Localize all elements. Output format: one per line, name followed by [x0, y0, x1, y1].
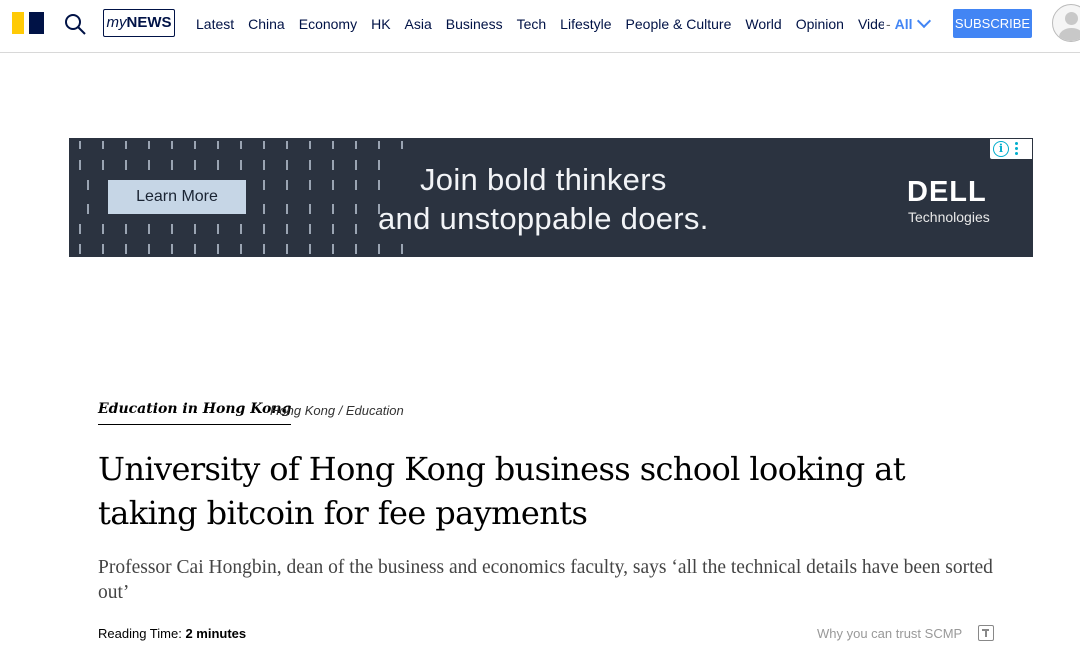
- ad-headline-line2: and unstoppable doers.: [378, 201, 709, 236]
- topic-tag[interactable]: Education in Hong Kong: [98, 401, 292, 425]
- nav-china[interactable]: China: [248, 15, 285, 35]
- nav-people-culture[interactable]: People & Culture: [626, 15, 732, 35]
- nav-asia[interactable]: Asia: [405, 15, 432, 35]
- scmp-logo[interactable]: [12, 12, 44, 34]
- nav-video[interactable]: Vide: [858, 15, 884, 35]
- nav-world[interactable]: World: [745, 15, 781, 35]
- dell-ad-banner[interactable]: Learn More Join bold thinkers and unstop…: [69, 138, 1033, 257]
- dell-logo-word: DELL: [907, 176, 987, 208]
- all-dash: -: [886, 16, 891, 32]
- ad-learn-more-button[interactable]: Learn More: [108, 180, 246, 214]
- section-breadcrumb[interactable]: Hong Kong / Education: [270, 403, 404, 418]
- nav-economy[interactable]: Economy: [299, 15, 357, 35]
- ad-headline-line1: Join bold thinkers: [420, 162, 667, 197]
- avatar-body: [1059, 28, 1080, 41]
- nav-business[interactable]: Business: [446, 15, 503, 35]
- nav-opinion[interactable]: Opinion: [796, 15, 844, 35]
- nav-lifestyle[interactable]: Lifestyle: [560, 15, 611, 35]
- all-sections-menu[interactable]: - All: [886, 13, 931, 33]
- all-label: All: [894, 16, 913, 32]
- subscribe-button[interactable]: SUBSCRIBE: [953, 9, 1032, 38]
- mynews-suffix: NEWS: [126, 14, 172, 31]
- nav-tech[interactable]: Tech: [517, 15, 547, 35]
- ad-choices[interactable]: i: [990, 139, 1032, 159]
- reading-time-label: Reading Time:: [98, 626, 182, 641]
- reading-time-value: 2 minutes: [185, 626, 247, 641]
- main-nav: Latest China Economy HK Asia Business Te…: [196, 15, 890, 35]
- nav-hk[interactable]: HK: [371, 15, 390, 35]
- user-avatar-icon[interactable]: [1052, 4, 1080, 42]
- reading-time: Reading Time: 2 minutes: [98, 626, 246, 641]
- mynews-button[interactable]: myNEWS: [103, 9, 175, 37]
- site-header: myNEWS Latest China Economy HK Asia Busi…: [0, 0, 1080, 53]
- avatar-head: [1065, 12, 1078, 25]
- info-icon[interactable]: i: [993, 141, 1009, 157]
- trust-link[interactable]: Why you can trust SCMP: [817, 626, 962, 641]
- dell-logo-sub: Technologies: [908, 209, 990, 225]
- mynews-prefix: my: [106, 14, 127, 31]
- trust-icon[interactable]: [978, 625, 994, 641]
- chevron-down-icon: [916, 13, 931, 29]
- logo-yellow-block: [12, 12, 24, 34]
- search-icon[interactable]: [63, 12, 87, 36]
- article-headline: University of Hong Kong business school …: [98, 450, 906, 532]
- nav-latest[interactable]: Latest: [196, 15, 234, 35]
- kebab-menu-icon[interactable]: [1015, 142, 1019, 157]
- logo-navy-block: [29, 12, 44, 34]
- article-summary: Professor Cai Hongbin, dean of the busin…: [98, 557, 993, 603]
